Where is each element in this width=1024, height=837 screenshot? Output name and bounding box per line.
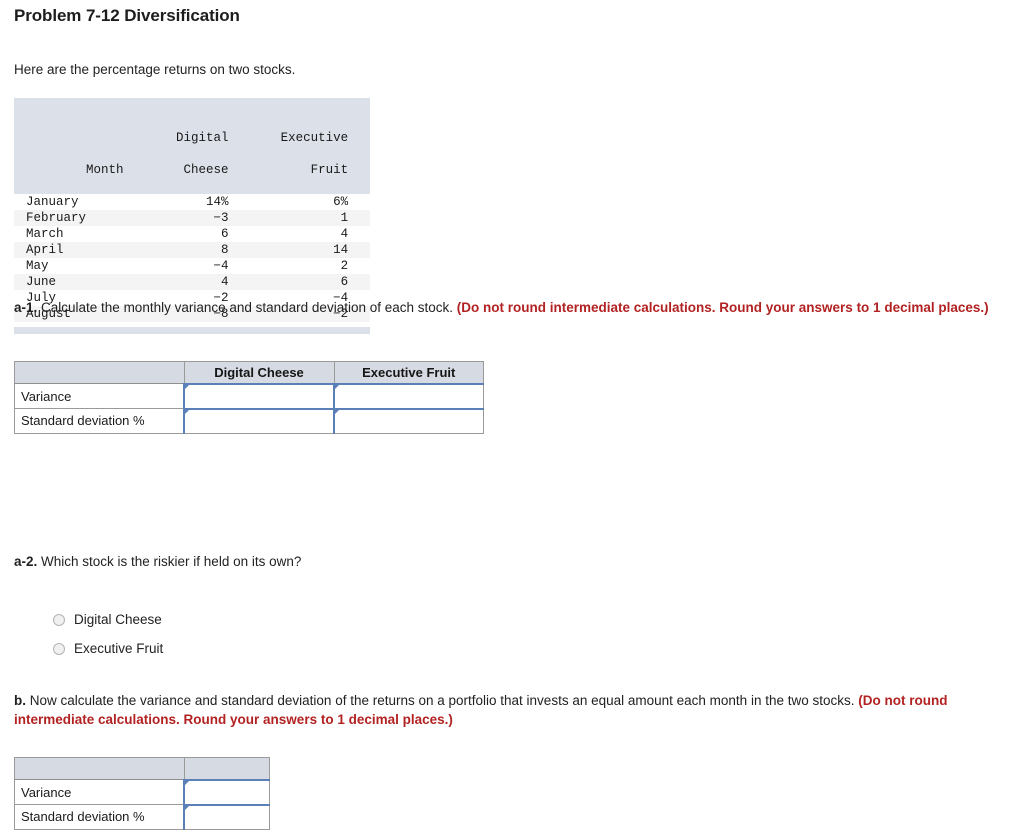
exhibit-cell-executive-fruit: 6%: [333, 195, 349, 209]
answer-table-a1-body: Variance Standard deviation %: [14, 382, 484, 434]
radio-option-0[interactable]: Digital Cheese: [53, 605, 163, 634]
cell-corner-marker-icon: [335, 384, 339, 389]
answer-table-b: Variance Standard deviation %: [14, 757, 270, 830]
variance-digital-cheese-input[interactable]: [183, 382, 335, 409]
riskier-stock-radio-group: Digital Cheese Executive Fruit: [53, 605, 163, 663]
exhibit-footer-bar-cell: [14, 326, 371, 334]
table-row: Standard deviation %: [14, 407, 484, 434]
exhibit-cell-month: January: [26, 195, 79, 209]
exhibit-header-month-blank: [26, 130, 124, 146]
question-b-text: Now calculate the variance and standard …: [26, 693, 859, 708]
answer-b-row-label-stdev: Standard deviation %: [14, 804, 185, 830]
cell-corner-marker-icon: [185, 805, 189, 810]
exhibit-cell-executive-fruit: 6: [340, 275, 349, 289]
radio-button-icon[interactable]: [53, 642, 65, 655]
exhibit-header-executive-fruit: Executive Fruit: [251, 98, 371, 194]
stdev-digital-cheese-input[interactable]: [183, 407, 335, 434]
exhibit-header-digital-cheese: Digital Cheese: [124, 98, 251, 194]
answer-table-a1: Digital Cheese Executive Fruit Variance …: [14, 361, 484, 434]
exhibit-cell-digital-cheese: 8: [221, 243, 229, 257]
exhibit-cell-digital-cheese: −3: [213, 211, 229, 225]
exhibit-header-digital-cheese-line2: Cheese: [183, 163, 229, 177]
table-row: Variance: [14, 382, 484, 409]
exhibit-cell-month: February: [26, 211, 87, 225]
cell-corner-marker-icon: [185, 409, 189, 414]
exhibit-cell-digital-cheese: 4: [221, 275, 229, 289]
exhibit-header-row: Month Digital Cheese Executive Fruit: [14, 98, 371, 194]
exhibit-cell-month: April: [26, 243, 64, 257]
intro-text: Here are the percentage returns on two s…: [14, 62, 296, 77]
answer-table-a1-column-digital-cheese: Digital Cheese: [183, 361, 335, 384]
radio-option-label: Executive Fruit: [74, 641, 164, 656]
exhibit-row: January 14% 6%: [14, 194, 370, 210]
exhibit-cell-month: June: [26, 275, 57, 289]
exhibit-cell-digital-cheese: 14%: [206, 195, 229, 209]
answer-table-a1-corner: [14, 361, 185, 384]
answer-table-b-header-row: [14, 757, 270, 780]
exhibit-cell-digital-cheese: 6: [221, 227, 229, 241]
exhibit-footer-bar: [14, 326, 371, 334]
exhibit-header-executive-fruit-line2: Fruit: [310, 163, 349, 177]
radio-option-label: Digital Cheese: [74, 612, 162, 627]
question-b-label: b.: [14, 693, 26, 708]
exhibit-header: Month Digital Cheese Executive Fruit: [14, 98, 371, 194]
table-row: Standard deviation %: [14, 803, 270, 830]
exhibit-row: May −4 2: [14, 258, 370, 274]
table-row: Variance: [14, 778, 270, 805]
question-a1-note: (Do not round intermediate calculations.…: [456, 300, 989, 315]
exhibit-cell-executive-fruit: 2: [340, 259, 349, 273]
cell-corner-marker-icon: [185, 384, 189, 389]
exhibit-cell-month: March: [26, 227, 64, 241]
question-a1: a-1. Calculate the monthly variance and …: [14, 298, 994, 317]
variance-executive-fruit-input[interactable]: [333, 382, 484, 409]
answer-a1-row-label-stdev: Standard deviation %: [14, 408, 185, 434]
answer-table-b-body: Variance Standard deviation %: [14, 778, 270, 830]
exhibit-cell-executive-fruit: 1: [340, 211, 349, 225]
exhibit-header-executive-fruit-line1: Executive: [280, 131, 349, 145]
radio-button-icon[interactable]: [53, 613, 65, 626]
question-a2: a-2. Which stock is the riskier if held …: [14, 552, 614, 571]
cell-corner-marker-icon: [185, 780, 189, 785]
answer-table-b-header: [14, 757, 270, 780]
exhibit-header-digital-cheese-line1: Digital: [176, 131, 229, 145]
exhibit-footer: [14, 322, 371, 334]
question-a1-label: a-1.: [14, 300, 38, 315]
exhibit-cell-executive-fruit: 4: [340, 227, 349, 241]
page-title: Problem 7-12 Diversification: [14, 6, 240, 25]
stdev-executive-fruit-input[interactable]: [333, 407, 484, 434]
radio-option-1[interactable]: Executive Fruit: [53, 634, 163, 663]
answer-table-a1-header-row: Digital Cheese Executive Fruit: [14, 361, 484, 384]
exhibit-cell-digital-cheese: −4: [213, 259, 229, 273]
question-a2-label: a-2.: [14, 554, 38, 569]
answer-table-a1-column-executive-fruit: Executive Fruit: [333, 361, 484, 384]
portfolio-stdev-input[interactable]: [183, 803, 270, 830]
answer-table-a1-header: Digital Cheese Executive Fruit: [14, 361, 484, 384]
exhibit-row: February −3 1: [14, 210, 371, 226]
answer-a1-row-label-variance: Variance: [14, 383, 185, 409]
question-a1-text: Calculate the monthly variance and stand…: [37, 300, 457, 315]
exhibit-row: April 8 14: [14, 242, 371, 258]
exhibit-header-month-label: Month: [86, 163, 124, 177]
cell-corner-marker-icon: [335, 409, 339, 414]
answer-b-row-label-variance: Variance: [14, 779, 185, 805]
answer-table-b-column-portfolio: [183, 757, 270, 780]
question-b: b. Now calculate the variance and standa…: [14, 691, 1014, 729]
exhibit-cell-month: May: [26, 259, 49, 273]
exhibit-row: June 4 6: [14, 274, 371, 290]
exhibit-row: March 6 4: [14, 226, 370, 242]
exhibit-cell-executive-fruit: 14: [333, 243, 349, 257]
answer-table-b-corner: [14, 757, 185, 780]
question-a2-text: Which stock is the riskier if held on it…: [37, 554, 302, 569]
portfolio-variance-input[interactable]: [183, 778, 270, 805]
exhibit-header-month: Month: [14, 98, 124, 194]
